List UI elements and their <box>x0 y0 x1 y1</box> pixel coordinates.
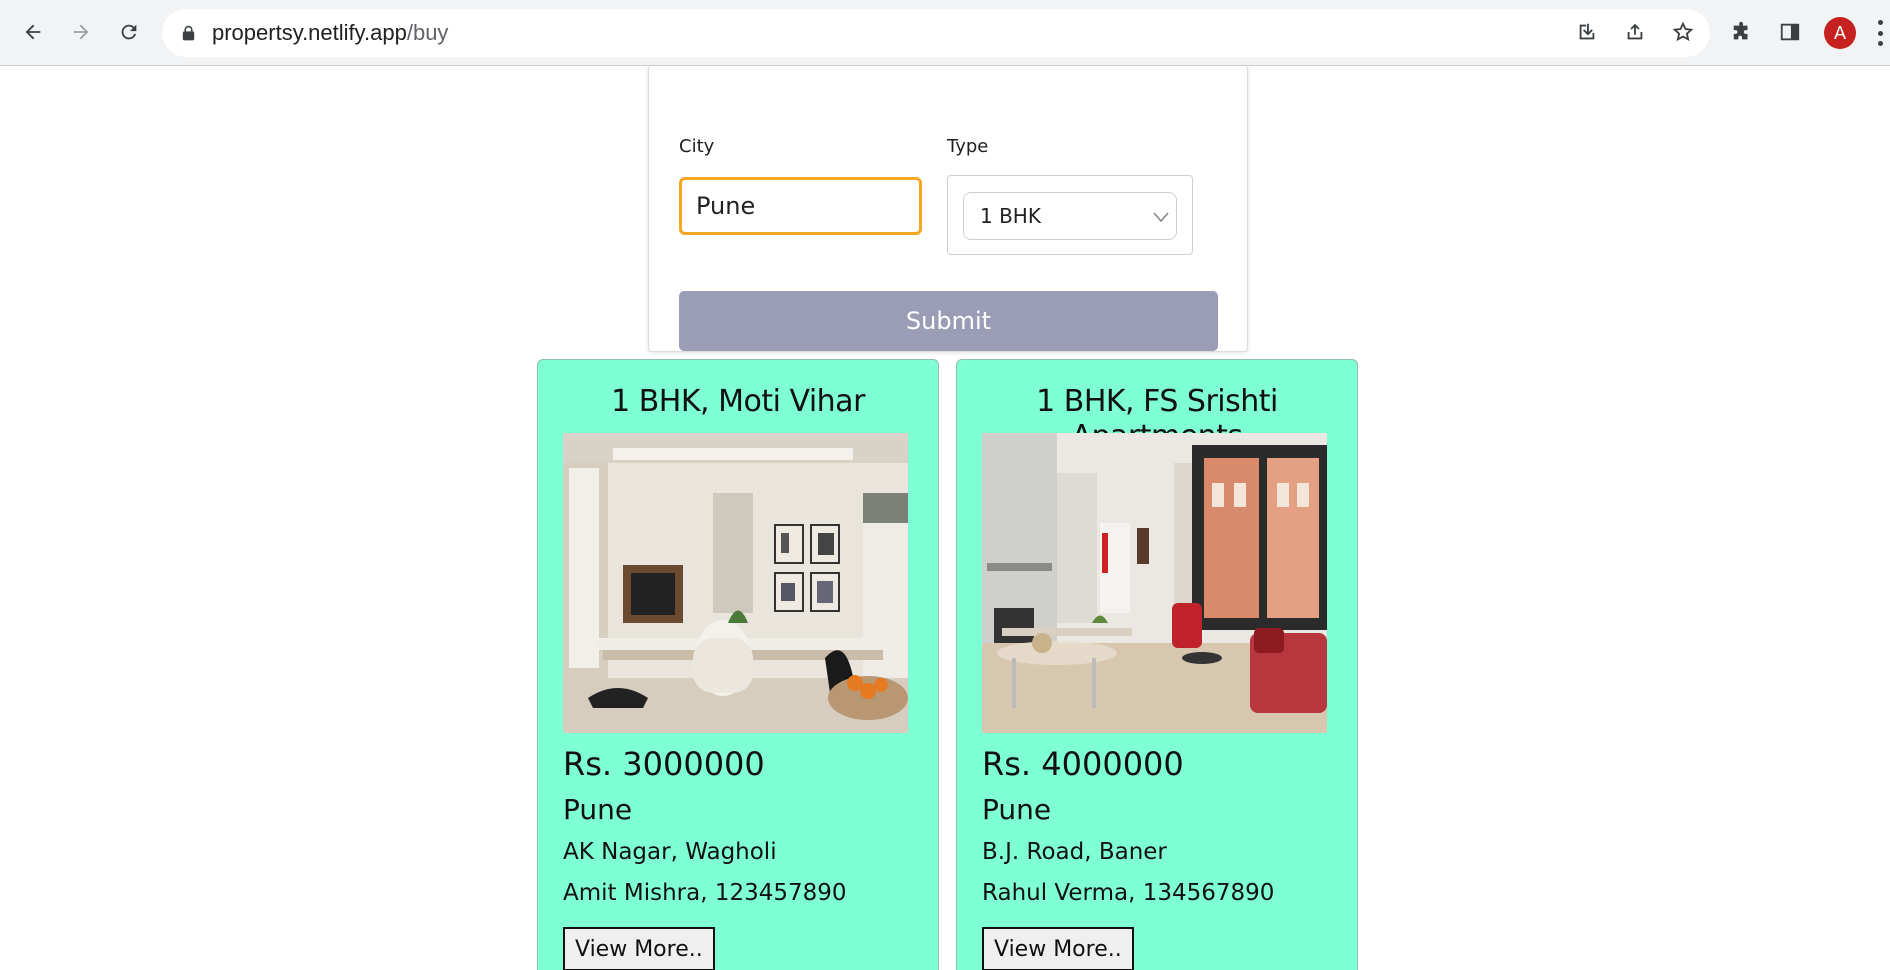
star-icon[interactable] <box>1666 15 1700 49</box>
side-panel-icon[interactable] <box>1773 15 1807 49</box>
reload-icon[interactable] <box>111 14 147 50</box>
url-text: propertsy.netlify.app/buy <box>212 20 448 46</box>
type-select-value: 1 BHK <box>980 204 1041 228</box>
url-path: /buy <box>406 20 449 45</box>
profile-avatar[interactable]: A <box>1824 17 1856 49</box>
property-city: Pune <box>563 793 633 826</box>
install-icon[interactable] <box>1570 15 1604 49</box>
property-price: Rs. 4000000 <box>982 745 1184 783</box>
property-price: Rs. 3000000 <box>563 745 765 783</box>
property-owner: Rahul Verma, 134567890 <box>982 880 1275 906</box>
forward-icon[interactable] <box>63 14 99 50</box>
browser-toolbar: propertsy.netlify.app/buy A <box>0 0 1890 66</box>
view-more-button[interactable]: View More.. <box>982 927 1134 970</box>
extensions-icon[interactable] <box>1725 15 1759 49</box>
property-address: B.J. Road, Baner <box>982 839 1167 865</box>
menu-icon[interactable] <box>1876 20 1884 46</box>
type-field: 1 BHK <box>947 175 1193 255</box>
city-input[interactable] <box>679 177 922 235</box>
city-label: City <box>679 136 715 157</box>
chevron-down-icon <box>1153 212 1169 223</box>
url-host: propertsy.netlify.app <box>212 20 407 45</box>
property-city: Pune <box>982 793 1052 826</box>
submit-button[interactable]: Submit <box>679 291 1218 351</box>
property-card: 1 BHK, Moti Vihar Rs. 3000000 Pune AK Na… <box>537 359 939 970</box>
lock-icon <box>182 24 198 42</box>
property-owner: Amit Mishra, 123457890 <box>563 880 847 906</box>
type-select[interactable]: 1 BHK <box>963 192 1177 240</box>
page-content: City Type 1 BHK Submit 1 BHK, Moti Vihar <box>0 67 1890 970</box>
search-form: City Type 1 BHK Submit <box>648 67 1248 352</box>
view-more-button[interactable]: View More.. <box>563 927 715 970</box>
property-image <box>982 433 1327 733</box>
property-address: AK Nagar, Wagholi <box>563 839 777 865</box>
property-title: 1 BHK, Moti Vihar <box>611 384 865 419</box>
property-image <box>563 433 908 733</box>
share-icon[interactable] <box>1618 15 1652 49</box>
back-icon[interactable] <box>15 14 51 50</box>
property-card: 1 BHK, FS Srishti Apartments <box>956 359 1358 970</box>
address-bar[interactable]: propertsy.netlify.app/buy <box>162 9 1710 57</box>
type-label: Type <box>947 136 989 157</box>
